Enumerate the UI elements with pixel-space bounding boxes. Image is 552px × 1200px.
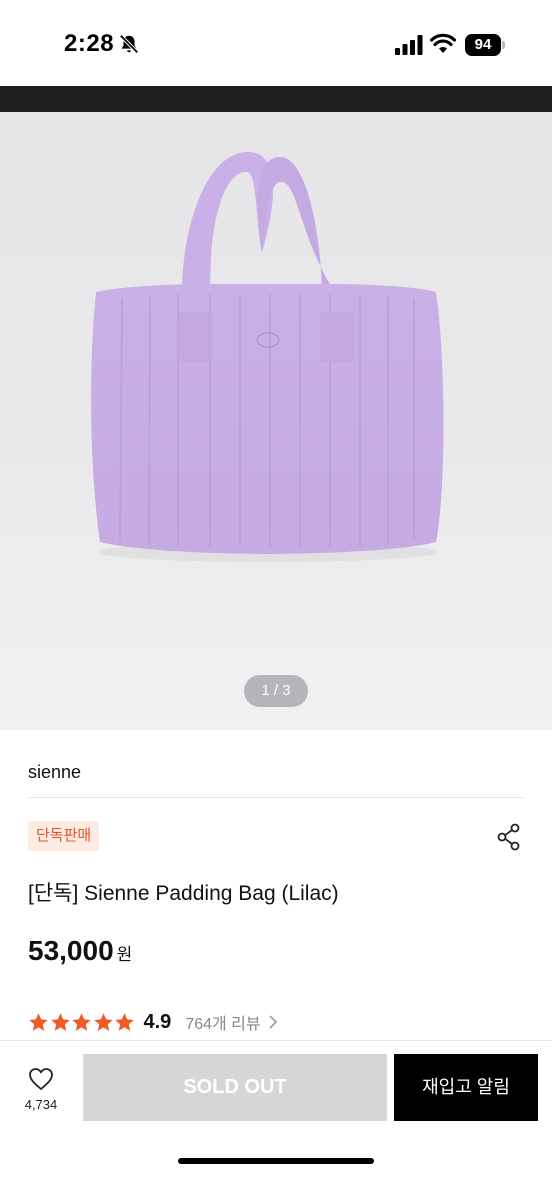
- price: 53,000 원: [28, 935, 132, 967]
- like-button[interactable]: 4,734: [12, 1065, 70, 1121]
- home-indicator: [178, 1158, 374, 1164]
- status-bar: 2:28 94: [0, 0, 552, 86]
- battery-nub: [502, 41, 505, 49]
- heart-icon: [29, 1068, 53, 1091]
- status-time: 2:28: [64, 30, 115, 57]
- review-link[interactable]: 764개 리뷰: [185, 1010, 277, 1034]
- rating-score: 4.9: [143, 1010, 172, 1033]
- bottom-action-bar: 4,734 SOLD OUT 재입고 알림: [0, 1040, 552, 1200]
- rating-row: 4.9 764개 리뷰: [28, 1009, 278, 1035]
- signal-icon: [395, 35, 423, 55]
- review-count: 764개 리뷰: [185, 1016, 261, 1033]
- price-value: 53,000: [28, 935, 114, 966]
- bell-slash-icon: [119, 34, 139, 54]
- product-title: [단독] Sienne Padding Bag (Lilac): [28, 882, 339, 905]
- product-image: [91, 152, 444, 562]
- share-icon[interactable]: [494, 822, 524, 852]
- exclusive-badge: 단독판매: [28, 821, 100, 851]
- image-counter: 1 / 3: [244, 675, 308, 707]
- like-count: 4,734: [24, 1097, 58, 1112]
- star-icon: [29, 1012, 48, 1031]
- divider: [28, 797, 524, 798]
- rating-stars: [28, 1012, 136, 1033]
- wifi-icon: [430, 33, 456, 53]
- price-unit: 원: [116, 945, 133, 964]
- star-icon: [93, 1012, 113, 1031]
- product-image-gallery[interactable]: 1 / 3: [0, 112, 552, 730]
- star-icon: [50, 1012, 70, 1031]
- star-icon: [115, 1012, 134, 1031]
- battery-level: 94: [465, 34, 501, 56]
- battery-icon: 94: [465, 34, 505, 56]
- chevron-right-icon: [269, 1015, 277, 1029]
- brand-name[interactable]: sienne: [28, 762, 81, 783]
- restock-alert-button[interactable]: 재입고 알림: [394, 1054, 538, 1121]
- star-icon: [72, 1012, 91, 1031]
- sold-out-button[interactable]: SOLD OUT: [83, 1054, 387, 1121]
- header-bar: [0, 86, 552, 112]
